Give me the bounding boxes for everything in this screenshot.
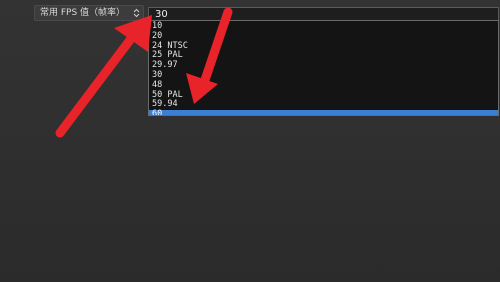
fps-options-list: 10 20 24 NTSC 25 PAL 29.97 30 48 50 PAL … [148,20,499,116]
fps-option[interactable]: 25 PAL [149,51,498,61]
fps-option[interactable]: 10 [149,21,498,32]
fps-option[interactable]: 59.94 [149,100,498,110]
red-arrow-icon [55,15,152,138]
chevron-updown-icon[interactable] [131,7,142,19]
fps-option[interactable]: 20 [149,31,498,42]
fps-option[interactable]: 24 NTSC [149,41,498,52]
fps-type-label: 常用 FPS 值（帧率） [40,8,126,18]
settings-panel: 常用 FPS 值（帧率） 30 10 20 24 NTSC 25 PAL 29.… [0,0,500,282]
fps-option[interactable]: 29.97 [149,60,498,71]
fps-option[interactable]: 50 PAL [149,90,498,101]
fps-type-dropdown[interactable]: 常用 FPS 值（帧率） [34,5,144,21]
fps-option-selected[interactable]: 60 [149,109,498,115]
fps-option[interactable]: 30 [149,70,498,81]
fps-option[interactable]: 48 [149,80,498,91]
